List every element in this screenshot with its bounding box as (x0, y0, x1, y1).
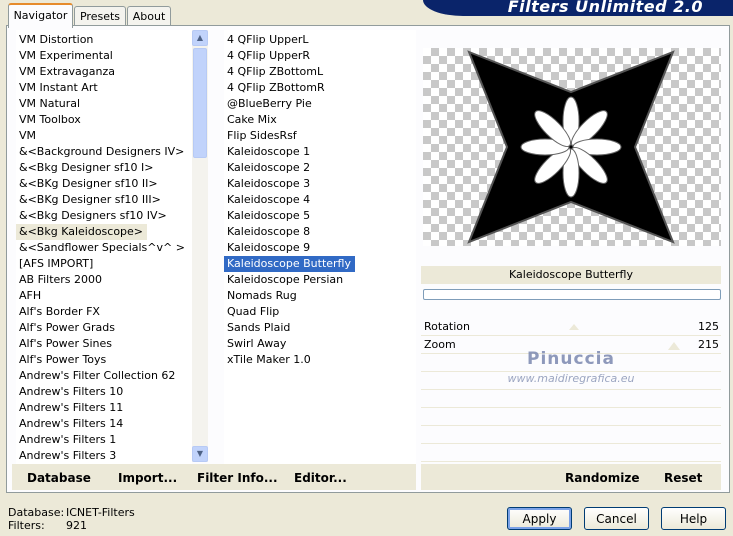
database-button[interactable]: Database (27, 471, 91, 485)
preview-toolbar: Randomize Reset (421, 464, 721, 490)
category-item[interactable]: VM (16, 128, 192, 144)
scroll-down-icon[interactable]: ▼ (192, 446, 208, 462)
filter-item[interactable]: 4 QFlip ZBottomR (224, 80, 416, 96)
watermark-url: www.maidiregrafica.eu (507, 372, 635, 385)
category-item[interactable]: Andrew's Filter Collection 62 (16, 368, 192, 384)
status-filters: Filters: 921 (8, 519, 87, 532)
category-item[interactable]: &<BKg Designer sf10 II> (16, 176, 192, 192)
category-list[interactable]: VM Distortion VM Experimental VM Extravaga… (16, 30, 192, 464)
param-row-empty (421, 391, 721, 408)
filter-item[interactable]: Kaleidoscope Butterfly (224, 256, 355, 272)
category-scrollbar[interactable]: ▲ ▼ (192, 30, 208, 462)
category-item[interactable]: Andrew's Filters 10 (16, 384, 192, 400)
filter-item[interactable]: Kaleidoscope 9 (224, 240, 416, 256)
param-row-empty (421, 409, 721, 426)
filter-item[interactable]: @BlueBerry Pie (224, 96, 416, 112)
category-item[interactable]: [AFS IMPORT] (16, 256, 192, 272)
category-item[interactable]: &<Bkg Designer sf10 I> (16, 160, 192, 176)
param-row-empty (421, 445, 721, 462)
status-database-value: ICNET-Filters (66, 506, 135, 519)
category-item[interactable]: Alf's Power Sines (16, 336, 192, 352)
filter-item[interactable]: Cake Mix (224, 112, 416, 128)
filter-list[interactable]: 4 QFlip UpperL 4 QFlip UpperR 4 QFlip ZBot… (224, 30, 416, 464)
apply-button[interactable]: Apply (507, 507, 572, 530)
category-item[interactable]: &<Bkg Designers sf10 IV> (16, 208, 192, 224)
rotation-slider-marker (569, 324, 579, 330)
filter-item[interactable]: Swirl Away (224, 336, 416, 352)
help-button[interactable]: Help (661, 507, 726, 530)
param-label: Rotation (424, 320, 471, 333)
preview-image (467, 50, 675, 244)
watermark-name: Pinuccia (527, 349, 615, 369)
filter-item[interactable]: Kaleidoscope Persian (224, 272, 416, 288)
category-item[interactable]: &<Bkg Kaleidoscope> (16, 224, 148, 240)
category-item[interactable]: VM Instant Art (16, 80, 192, 96)
filter-item[interactable]: 4 QFlip UpperR (224, 48, 416, 64)
filter-item[interactable]: Kaleidoscope 2 (224, 160, 416, 176)
category-item[interactable]: VM Experimental (16, 48, 192, 64)
category-item[interactable]: &<Sandflower Specials^v^ > (16, 240, 192, 256)
category-item[interactable]: Andrew's Filters 11 (16, 400, 192, 416)
category-item[interactable]: Andrew's Filters 3 (16, 448, 192, 464)
status-filters-label: Filters: (8, 519, 45, 532)
editor-button[interactable]: Editor... (294, 471, 347, 485)
tab-navigator[interactable]: Navigator (8, 3, 73, 28)
randomize-button[interactable]: Randomize (565, 471, 639, 485)
title-banner: Filters Unlimited 2.0 (423, 0, 733, 16)
category-item[interactable]: Alf's Border FX (16, 304, 192, 320)
category-item[interactable]: AFH (16, 288, 192, 304)
filter-item[interactable]: Nomads Rug (224, 288, 416, 304)
filter-item[interactable]: xTile Maker 1.0 (224, 352, 416, 368)
filter-item[interactable]: Kaleidoscope 4 (224, 192, 416, 208)
category-item[interactable]: Andrew's Filters 14 (16, 416, 192, 432)
scroll-thumb[interactable] (193, 48, 207, 158)
category-item[interactable]: VM Distortion (16, 32, 192, 48)
filter-item[interactable]: Kaleidoscope 3 (224, 176, 416, 192)
category-item[interactable]: AB Filters 2000 (16, 272, 192, 288)
app-title: Filters Unlimited 2.0 (507, 0, 703, 16)
tab-presets[interactable]: Presets (74, 6, 126, 26)
progress-bar (423, 289, 721, 300)
status-database-label: Database: (8, 506, 65, 519)
category-item[interactable]: &<Background Designers IV> (16, 144, 192, 160)
filter-item[interactable]: Kaleidoscope 5 (224, 208, 416, 224)
filter-item[interactable]: Flip SidesRsf (224, 128, 416, 144)
category-item[interactable]: Alf's Power Toys (16, 352, 192, 368)
category-item[interactable]: &<BKg Designer sf10 III> (16, 192, 192, 208)
param-value: 125 (698, 320, 719, 333)
parameter-panel: Rotation 125 Zoom 215 Pinuccia www.maidi… (421, 304, 721, 464)
filter-item[interactable]: Sands Plaid (224, 320, 416, 336)
filter-item[interactable]: 4 QFlip UpperL (224, 32, 416, 48)
status-database: Database: ICNET-Filters (8, 506, 135, 519)
status-filters-value: 921 (66, 519, 87, 532)
param-row-empty (421, 427, 721, 444)
filter-info-button[interactable]: Filter Info... (197, 471, 278, 485)
reset-button[interactable]: Reset (664, 471, 702, 485)
filter-item[interactable]: Kaleidoscope 8 (224, 224, 416, 240)
tab-about[interactable]: About (127, 6, 171, 26)
selected-filter-name: Kaleidoscope Butterfly (421, 266, 721, 284)
scroll-up-icon[interactable]: ▲ (192, 30, 208, 46)
filter-item[interactable]: 4 QFlip ZBottomL (224, 64, 416, 80)
category-item[interactable]: VM Extravaganza (16, 64, 192, 80)
import-button[interactable]: Import... (118, 471, 177, 485)
filter-item[interactable]: Quad Flip (224, 304, 416, 320)
filter-item[interactable]: Kaleidoscope 1 (224, 144, 416, 160)
category-item[interactable]: VM Natural (16, 96, 192, 112)
category-item[interactable]: Alf's Power Grads (16, 320, 192, 336)
category-item[interactable]: Andrew's Filters 1 (16, 432, 192, 448)
cancel-button[interactable]: Cancel (584, 507, 649, 530)
filter-preview (423, 48, 721, 246)
category-item[interactable]: VM Toolbox (16, 112, 192, 128)
list-toolbar: Database Import... Filter Info... Editor… (12, 464, 416, 490)
